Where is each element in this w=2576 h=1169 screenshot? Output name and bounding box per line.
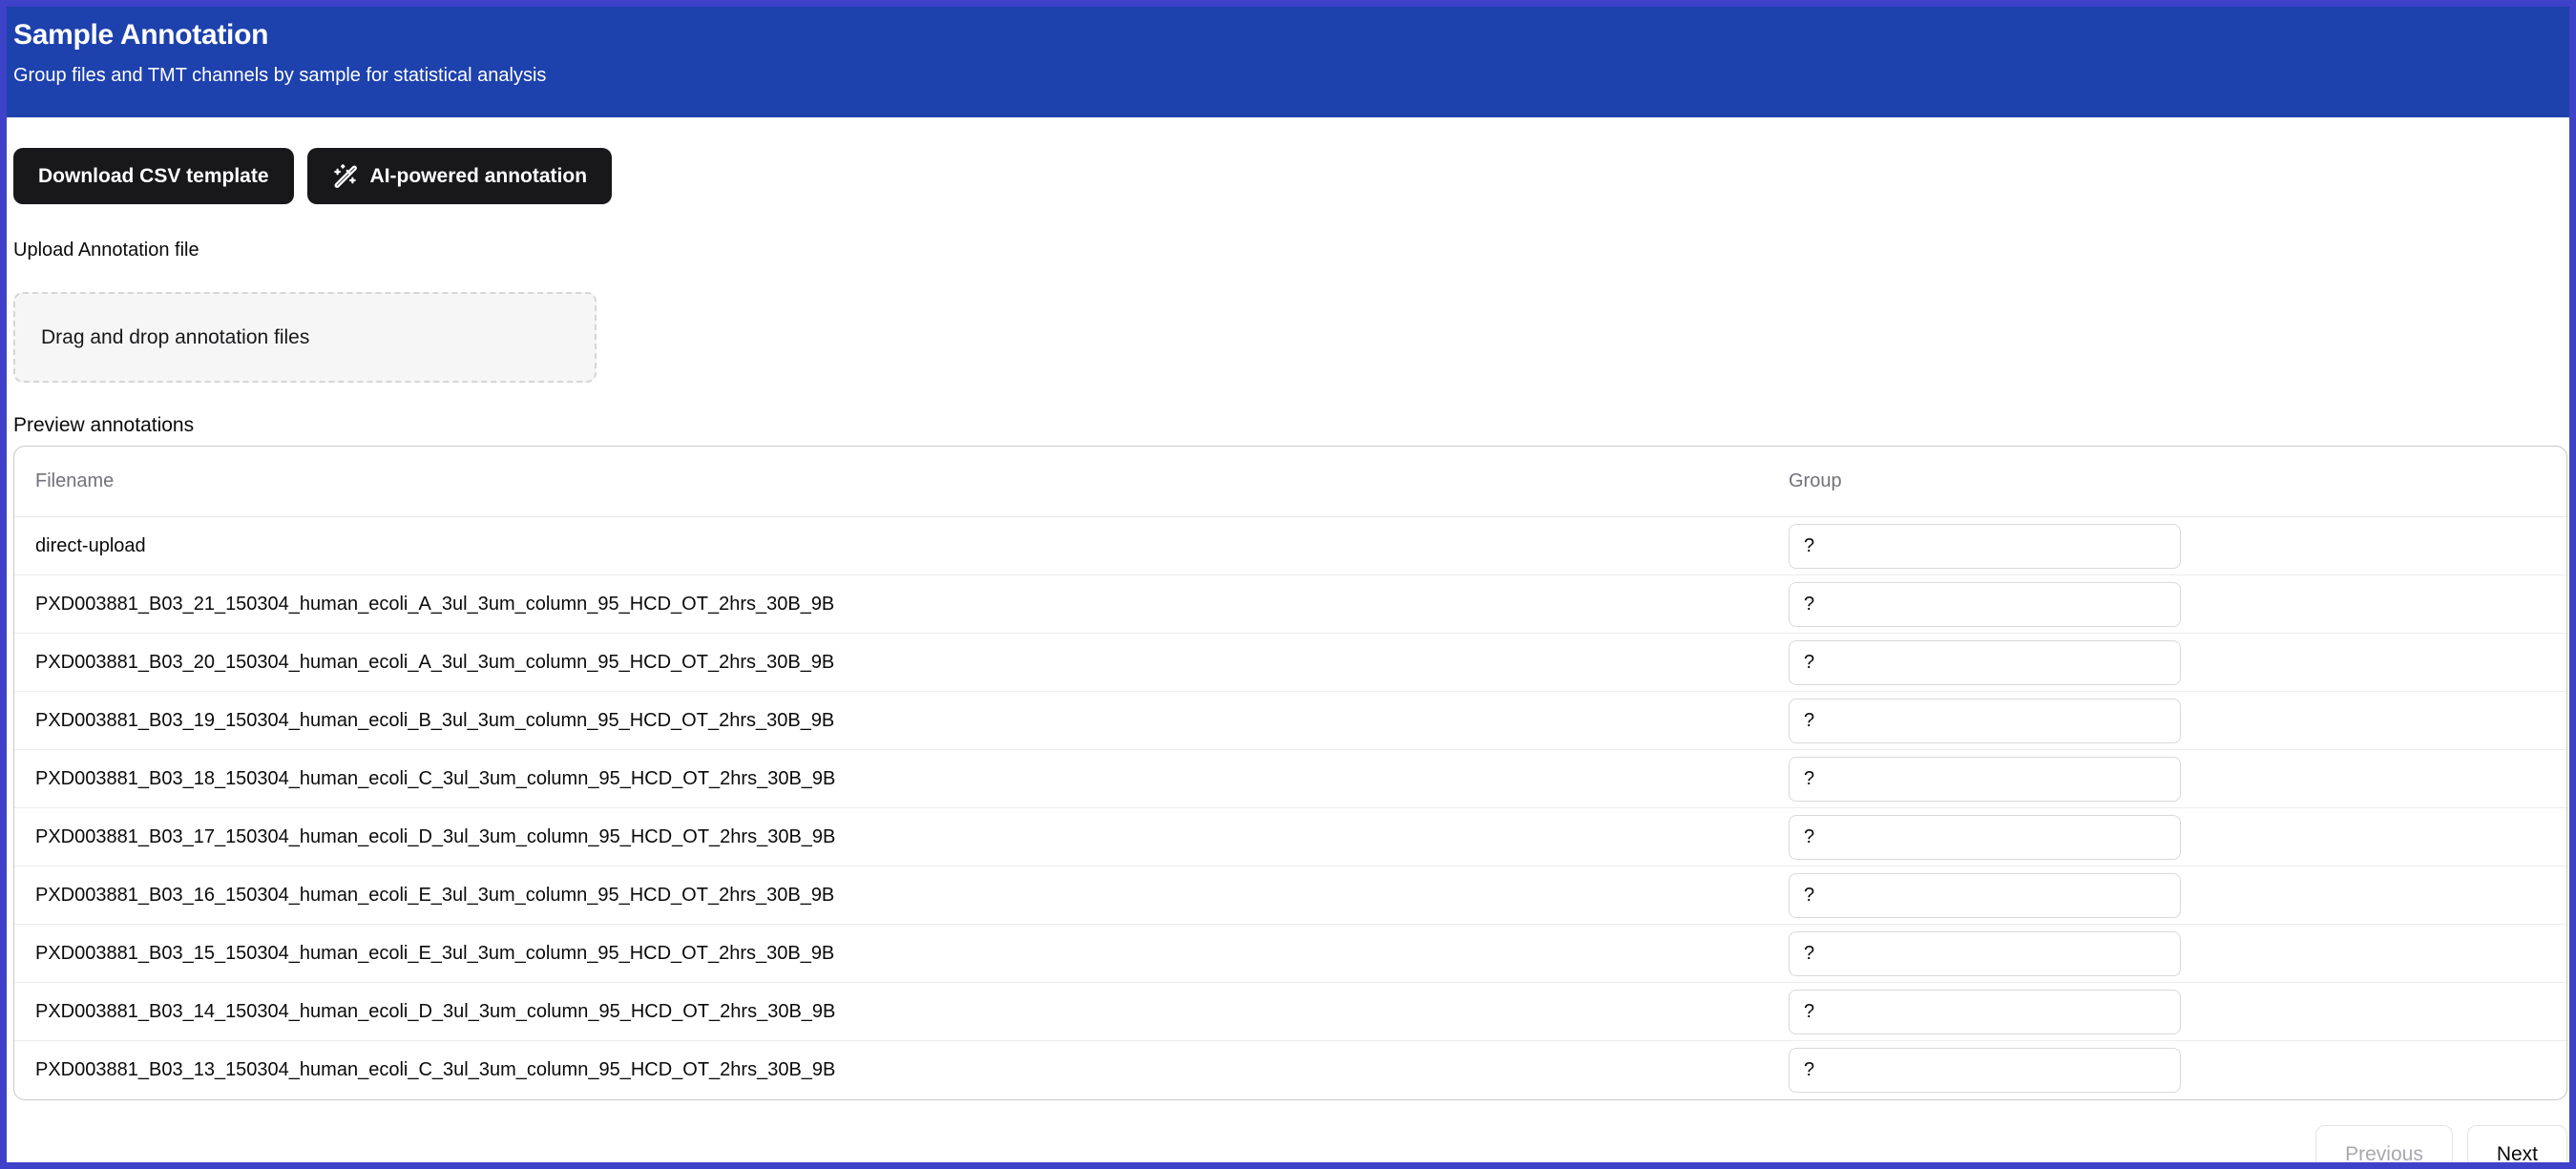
group-cell — [1789, 698, 2566, 743]
ai-powered-annotation-label: AI-powered annotation — [369, 164, 588, 187]
filename-cell: PXD003881_B03_19_150304_human_ecoli_B_3u… — [35, 709, 835, 731]
filename-cell: PXD003881_B03_16_150304_human_ecoli_E_3u… — [35, 884, 835, 906]
upload-annotation-file-label: Upload Annotation file — [13, 240, 199, 261]
table-row: direct-upload — [14, 517, 2566, 575]
table-row: PXD003881_B03_14_150304_human_ecoli_D_3u… — [14, 983, 2566, 1041]
group-input[interactable] — [1789, 930, 2181, 976]
preview-annotations-label: Preview annotations — [13, 414, 195, 436]
filename-cell: PXD003881_B03_13_150304_human_ecoli_C_3u… — [35, 1059, 836, 1080]
download-csv-template-label: Download CSV template — [38, 164, 269, 187]
filename-cell: PXD003881_B03_14_150304_human_ecoli_D_3u… — [35, 1000, 836, 1022]
table-row: PXD003881_B03_16_150304_human_ecoli_E_3u… — [14, 866, 2566, 925]
group-cell — [1789, 930, 2566, 976]
dropzone-text: Drag and drop annotation files — [41, 325, 310, 348]
group-cell — [1789, 523, 2566, 569]
page-title: Sample Annotation — [13, 19, 269, 51]
group-cell — [1789, 1048, 2566, 1093]
filename-cell: PXD003881_B03_20_150304_human_ecoli_A_3u… — [35, 651, 835, 673]
group-cell — [1789, 639, 2566, 685]
main-content: Download CSV template AI-powered annotat… — [7, 148, 2569, 1162]
filename-column-header: Filename — [35, 470, 115, 491]
table-row: PXD003881_B03_17_150304_human_ecoli_D_3u… — [14, 808, 2566, 866]
pagination: Previous Next — [13, 1125, 2567, 1162]
ai-powered-annotation-button[interactable]: AI-powered annotation — [306, 148, 613, 204]
group-input[interactable] — [1789, 814, 2181, 860]
annotation-dropzone[interactable]: Drag and drop annotation files — [13, 292, 597, 383]
group-input[interactable] — [1789, 698, 2181, 743]
annotations-table: Filename Group direct-upload PXD003881_B… — [13, 446, 2567, 1100]
group-cell — [1789, 814, 2566, 860]
filename-cell: PXD003881_B03_18_150304_human_ecoli_C_3u… — [35, 767, 836, 789]
table-row: PXD003881_B03_18_150304_human_ecoli_C_3u… — [14, 750, 2566, 808]
page-subtitle: Group files and TMT channels by sample f… — [13, 65, 547, 86]
group-cell — [1789, 872, 2566, 918]
table-row: PXD003881_B03_20_150304_human_ecoli_A_3u… — [14, 634, 2566, 692]
group-input[interactable] — [1789, 581, 2181, 627]
filename-cell: PXD003881_B03_17_150304_human_ecoli_D_3u… — [35, 825, 836, 847]
table-row: PXD003881_B03_21_150304_human_ecoli_A_3u… — [14, 575, 2566, 634]
filename-cell: direct-upload — [35, 534, 146, 556]
previous-button[interactable]: Previous — [2315, 1125, 2453, 1162]
group-input[interactable] — [1789, 639, 2181, 685]
table-header-row: Filename Group — [14, 447, 2566, 517]
group-input[interactable] — [1789, 756, 2181, 802]
table-row: PXD003881_B03_15_150304_human_ecoli_E_3u… — [14, 925, 2566, 983]
wand-sparkles-icon — [332, 163, 358, 189]
download-csv-template-button[interactable]: Download CSV template — [13, 148, 294, 204]
group-column-header: Group — [1789, 470, 1842, 491]
group-input[interactable] — [1789, 989, 2181, 1034]
table-row: PXD003881_B03_13_150304_human_ecoli_C_3u… — [14, 1041, 2566, 1099]
group-input[interactable] — [1789, 872, 2181, 918]
next-button[interactable]: Next — [2466, 1125, 2567, 1162]
group-input[interactable] — [1789, 1048, 2181, 1093]
filename-cell: PXD003881_B03_15_150304_human_ecoli_E_3u… — [35, 942, 835, 964]
group-cell — [1789, 581, 2566, 627]
sample-annotation-page: Sample Annotation Group files and TMT ch… — [0, 0, 2576, 1169]
filename-cell: PXD003881_B03_21_150304_human_ecoli_A_3u… — [35, 593, 835, 615]
group-cell — [1789, 989, 2566, 1034]
group-cell — [1789, 756, 2566, 802]
table-body: direct-upload PXD003881_B03_21_150304_hu… — [14, 517, 2566, 1099]
toolbar: Download CSV template AI-powered annotat… — [13, 148, 2563, 204]
group-input[interactable] — [1789, 523, 2181, 569]
page-header: Sample Annotation Group files and TMT ch… — [7, 7, 2569, 117]
table-row: PXD003881_B03_19_150304_human_ecoli_B_3u… — [14, 692, 2566, 750]
